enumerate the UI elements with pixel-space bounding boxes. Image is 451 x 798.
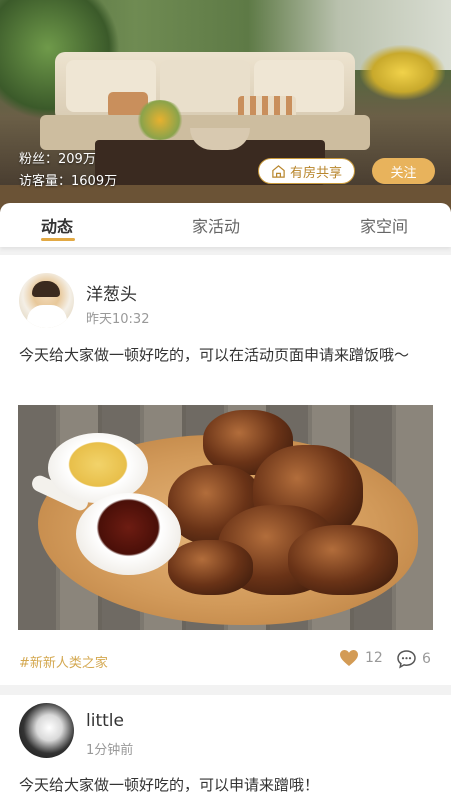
post-text: 今天给大家做一顿好吃的，可以在活动页面申请来蹭饭哦～ — [19, 346, 410, 364]
avatar-body — [27, 305, 67, 328]
heart-icon — [340, 650, 358, 666]
profile-hero-banner: 粉丝：209万 访客量：1609万 有房共享 关注 — [0, 0, 451, 212]
avatar[interactable] — [19, 703, 74, 758]
post-topic-tag[interactable]: #新新人类之家 — [19, 652, 108, 671]
tab-feed[interactable]: 动态 — [41, 213, 73, 237]
post-text: 今天给大家做一顿好吃的，可以申请来蹭哦！ — [19, 776, 320, 794]
comment-button[interactable]: 6 — [396, 649, 431, 669]
feed-post: 洋葱头 昨天10:32 今天给大家做一顿好吃的，可以在活动页面申请来蹭饭哦～ #… — [0, 255, 451, 685]
avatar[interactable] — [19, 273, 74, 328]
feed-list: 洋葱头 昨天10:32 今天给大家做一顿好吃的，可以在活动页面申请来蹭饭哦～ #… — [0, 255, 451, 798]
comment-count: 6 — [422, 651, 431, 667]
photo-food — [288, 525, 398, 595]
tab-bar: 动态 家活动 家空间 — [0, 203, 451, 247]
photo-sauce-bowl — [76, 493, 181, 575]
post-divider — [0, 685, 451, 695]
like-button[interactable]: 12 — [339, 649, 383, 667]
avatar-hair — [32, 281, 60, 297]
tab-home-space[interactable]: 家空间 — [360, 213, 408, 237]
visitor-count: 访客量：1609万 — [19, 174, 118, 189]
post-time: 1分钟前 — [86, 743, 134, 758]
tab-home-activities[interactable]: 家活动 — [192, 213, 240, 237]
post-photo[interactable] — [18, 405, 433, 630]
comment-icon — [397, 650, 416, 669]
post-username[interactable]: little — [86, 711, 124, 731]
feed-post: little 1分钟前 今天给大家做一顿好吃的，可以申请来蹭哦！ — [0, 695, 451, 798]
home-share-icon — [272, 164, 285, 178]
fans-count: 粉丝：209万 — [19, 152, 96, 167]
post-time: 昨天10:32 — [86, 312, 150, 327]
active-tab-indicator — [41, 238, 75, 241]
share-home-label: 有房共享 — [289, 165, 342, 181]
follow-button[interactable]: 关注 — [372, 158, 435, 184]
photo-food — [168, 540, 253, 595]
like-count: 12 — [365, 650, 383, 666]
post-username[interactable]: 洋葱头 — [86, 280, 137, 305]
share-home-button[interactable]: 有房共享 — [258, 158, 355, 184]
hero-flowers — [135, 100, 185, 140]
hero-flowers — [360, 45, 445, 100]
